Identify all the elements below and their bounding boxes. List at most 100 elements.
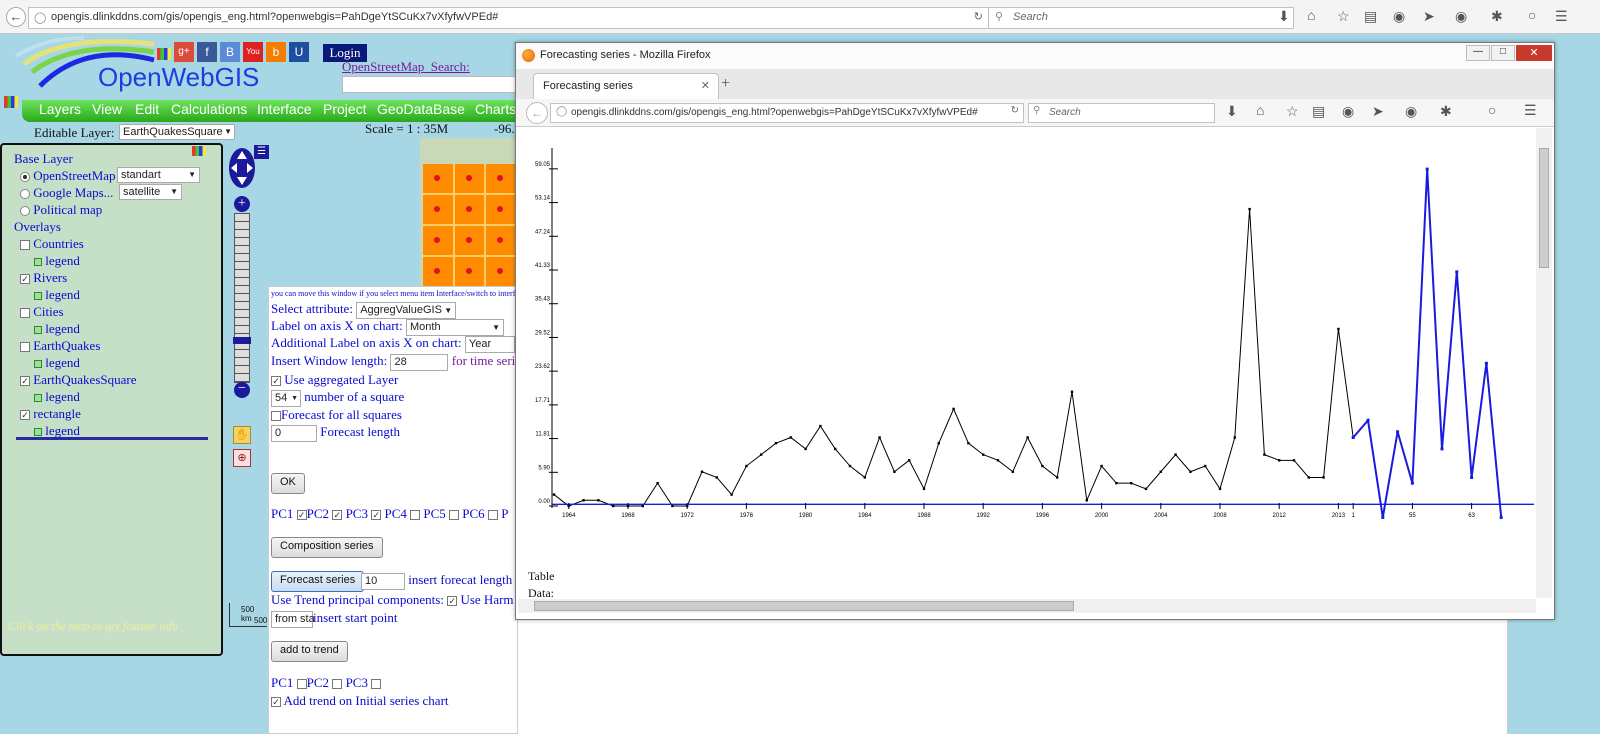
send-icon[interactable]: ➤ — [1372, 104, 1384, 121]
popup-address-bar[interactable]: ◯ opengis.dlinkddns.com/gis/opengis_eng.… — [550, 103, 1024, 123]
chat-icon[interactable]: ○ — [1528, 9, 1536, 25]
google-radio[interactable] — [20, 189, 30, 200]
chat-icon[interactable]: ○ — [1488, 104, 1496, 120]
legend-toggle-icon[interactable] — [34, 258, 42, 267]
trend-checkbox[interactable]: ✓ — [447, 596, 458, 607]
menu-edit[interactable]: Edit — [135, 101, 159, 117]
layer-rectangle-label[interactable]: rectangle — [33, 406, 81, 421]
popup-search-box[interactable]: ⚲ Search — [1028, 103, 1215, 123]
composition-series-button[interactable]: Composition series — [271, 537, 383, 558]
reload-icon[interactable]: ↻ — [1011, 105, 1019, 116]
home-icon[interactable]: ⌂ — [1256, 104, 1264, 120]
reload-icon[interactable]: ↻ — [974, 10, 983, 23]
legend-toggle-icon[interactable] — [34, 360, 42, 369]
adblock-icon[interactable]: ◉ — [1455, 9, 1467, 26]
add-trend-chart-checkbox[interactable]: ✓ — [271, 697, 281, 708]
download-icon[interactable]: ⬇ — [1278, 9, 1290, 26]
new-tab-icon[interactable]: + — [721, 75, 730, 93]
window-length-input[interactable]: 28 — [390, 353, 449, 371]
legend-toggle-icon[interactable] — [34, 292, 42, 301]
address-bar[interactable]: ◯ opengis.dlinkddns.com/gis/opengis_eng.… — [28, 7, 990, 29]
legend-link[interactable]: legend — [45, 321, 80, 336]
back-icon[interactable]: ← — [6, 7, 26, 27]
editable-layer-select[interactable]: EarthQuakesSquare ▼ — [119, 124, 235, 140]
pocket-icon[interactable]: ◉ — [1393, 9, 1405, 26]
layer-earthquakessquare-checkbox[interactable]: ✓ — [20, 376, 30, 387]
pan-hand-icon[interactable]: ✋ — [233, 426, 251, 444]
legend-link[interactable]: legend — [45, 389, 80, 404]
horizontal-scrollbar[interactable] — [518, 599, 1536, 613]
legend-toggle-icon[interactable] — [34, 326, 42, 335]
square-number-select[interactable]: 54 ▼ — [271, 389, 301, 407]
legend-toggle-icon[interactable] — [34, 394, 42, 403]
send-icon[interactable]: ➤ — [1423, 9, 1435, 26]
home-icon[interactable]: ⌂ — [1307, 9, 1315, 25]
trend-pc2-checkbox[interactable] — [332, 679, 343, 690]
menu-charts[interactable]: Charts — [475, 101, 516, 117]
menu-geodatabase[interactable]: GeoDataBase — [377, 101, 465, 117]
layer-cities-label[interactable]: Cities — [33, 304, 63, 319]
zoom-slider[interactable] — [234, 213, 250, 383]
tab-forecasting-series[interactable]: Forecasting series ✕ — [533, 73, 719, 99]
zoom-box-icon[interactable]: ⊕ — [233, 449, 251, 467]
legend-link[interactable]: legend — [45, 423, 80, 438]
close-window-icon[interactable]: ✕ — [1516, 45, 1552, 61]
bookmark-star-icon[interactable]: ☆ — [1286, 104, 1299, 121]
select-attribute-select[interactable]: AggregValueGIS ▼ — [356, 301, 457, 319]
google-plus-icon[interactable]: g+ — [174, 42, 194, 62]
menu-interface[interactable]: Interface — [257, 101, 311, 117]
youtube-icon[interactable]: You — [243, 42, 263, 62]
layer-countries-label[interactable]: Countries — [33, 236, 84, 251]
pc6-checkbox[interactable] — [487, 510, 498, 521]
zoom-out-icon[interactable]: − — [234, 382, 250, 398]
adblock-icon[interactable]: ◉ — [1405, 104, 1417, 121]
trend-pc3-checkbox[interactable] — [371, 679, 382, 690]
bookmark-star-icon[interactable]: ☆ — [1337, 9, 1350, 26]
layer-countries-checkbox[interactable] — [20, 240, 30, 251]
minimize-icon[interactable]: — — [1466, 45, 1490, 61]
osm-style-select[interactable]: standart ▼ — [117, 167, 200, 183]
reading-list-icon[interactable]: ▤ — [1312, 104, 1325, 121]
layer-rectangle-checkbox[interactable]: ✓ — [20, 410, 30, 421]
pc4-checkbox[interactable] — [410, 510, 421, 521]
blogger-icon[interactable]: b — [266, 42, 286, 62]
popup-back-icon[interactable]: ← — [526, 102, 548, 124]
menu-layers[interactable]: Layers — [39, 101, 81, 117]
pc2-checkbox[interactable]: ✓ — [332, 510, 343, 521]
popup-titlebar[interactable]: Forecasting series - Mozilla Firefox — □… — [516, 43, 1554, 69]
menu-project[interactable]: Project — [323, 101, 367, 117]
legend-toggle-icon[interactable] — [34, 428, 42, 437]
forecast-all-checkbox[interactable] — [271, 411, 281, 422]
color-palette-icon[interactable] — [157, 48, 171, 60]
axis-x-select[interactable]: Month ▼ — [406, 318, 505, 336]
pc3-checkbox[interactable]: ✓ — [371, 510, 382, 521]
google-style-select[interactable]: satellite ▼ — [119, 184, 182, 200]
osm-radio[interactable] — [20, 172, 30, 183]
extension-icon[interactable]: ✱ — [1440, 104, 1452, 121]
facebook-icon[interactable]: f — [197, 42, 217, 62]
layer-rivers-label[interactable]: Rivers — [33, 270, 67, 285]
menu-calculations[interactable]: Calculations — [171, 101, 247, 117]
menu-icon[interactable]: ☰ — [1555, 9, 1568, 26]
extension-icon[interactable]: ✱ — [1491, 9, 1503, 26]
forecast-series-button[interactable]: Forecast series — [271, 571, 365, 592]
reading-list-icon[interactable]: ▤ — [1364, 9, 1377, 26]
panel-palette-icon[interactable] — [192, 146, 206, 156]
legend-link[interactable]: legend — [45, 287, 80, 302]
add-to-trend-button[interactable]: add to trend — [271, 641, 348, 662]
legend-link[interactable]: legend — [45, 253, 80, 268]
start-point-input[interactable]: from sta — [271, 610, 315, 628]
map-area[interactable] — [420, 138, 516, 286]
pc1-checkbox[interactable]: ✓ — [296, 510, 307, 521]
close-tab-icon[interactable]: ✕ — [701, 79, 710, 92]
scrollbar-thumb-h[interactable] — [534, 601, 1074, 611]
scrollbar-thumb[interactable] — [1539, 148, 1549, 268]
pocket-icon[interactable]: ◉ — [1342, 104, 1354, 121]
menu-palette-icon[interactable] — [4, 96, 18, 108]
forecast-length-input[interactable]: 0 — [271, 424, 317, 442]
osm-label[interactable]: OpenStreetMap — [33, 168, 115, 183]
zoom-slider-thumb[interactable] — [233, 337, 251, 344]
layer-earthquakes-label[interactable]: EarthQuakes — [33, 338, 100, 353]
blogger-b-icon[interactable]: B — [220, 42, 240, 62]
additional-label-input[interactable]: Year — [464, 335, 515, 353]
